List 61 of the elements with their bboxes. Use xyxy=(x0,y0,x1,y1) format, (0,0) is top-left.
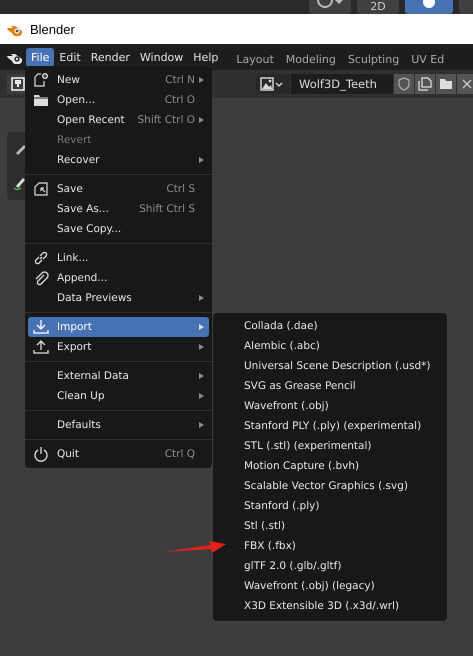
menu-item[interactable]: Render xyxy=(86,48,135,66)
folder-icon xyxy=(33,92,49,108)
menu-entry[interactable]: Wavefront (.obj) (legacy) xyxy=(244,576,447,596)
menu-entry[interactable]: Open Recent Shift Ctrl O xyxy=(28,110,209,130)
menu-entry[interactable]: Wavefront (.obj) xyxy=(244,396,447,416)
menu-entry[interactable]: SVG as Grease Pencil xyxy=(244,376,447,396)
menu-entry[interactable]: Save Copy... xyxy=(28,219,209,239)
annotation-arrow xyxy=(163,540,227,556)
menu-entry[interactable]: Scalable Vector Graphics (.svg) xyxy=(244,476,447,496)
menu-entry[interactable]: Link... xyxy=(28,248,209,268)
workspace-tab[interactable]: Sculpting xyxy=(344,52,402,66)
menu-entry[interactable]: Save As... Shift Ctrl S xyxy=(28,199,209,219)
menu-entry[interactable]: Export xyxy=(28,337,209,357)
shading-button[interactable] xyxy=(405,0,453,14)
menu-item[interactable]: Window xyxy=(134,48,188,66)
pen-icon[interactable] xyxy=(13,176,27,190)
workspace-tab[interactable]: UV Ed xyxy=(408,52,448,66)
menu-entry[interactable]: Import xyxy=(28,317,209,337)
menu-entry[interactable]: Alembic (.abc) xyxy=(244,336,447,356)
menu-entry[interactable]: Append... xyxy=(28,268,209,288)
import-icon xyxy=(33,319,49,335)
menu-entry[interactable]: STL (.stl) (experimental) xyxy=(244,436,447,456)
menu-entry[interactable]: Quit Ctrl Q xyxy=(28,444,209,464)
menu-entry[interactable]: Save Ctrl S xyxy=(28,179,209,199)
image-browse-button[interactable] xyxy=(256,74,290,94)
circle-icon xyxy=(315,0,345,10)
datablock-name-field[interactable]: Wolf3D_Teeth xyxy=(291,74,393,94)
link-icon xyxy=(33,250,49,266)
export-icon xyxy=(33,339,49,355)
menu-entry[interactable]: External Data xyxy=(28,366,209,386)
duplicate-icon[interactable] xyxy=(415,74,435,94)
menu-entry[interactable]: X3D Extensible 3D (.x3d/.wrl) xyxy=(244,596,447,616)
folder-icon[interactable] xyxy=(436,74,456,94)
menu-item[interactable]: File xyxy=(26,48,54,66)
paperclip-icon xyxy=(33,270,49,286)
window-title: Blender xyxy=(30,22,75,36)
menu-entry[interactable]: Stanford (.ply) xyxy=(244,496,447,516)
menu-entry[interactable]: Recover xyxy=(28,150,209,170)
menu-entry[interactable]: Data Previews xyxy=(28,288,209,308)
menu-item[interactable]: Edit xyxy=(54,48,86,66)
power-icon xyxy=(33,446,49,462)
menu-entry[interactable]: Collada (.dae) xyxy=(244,316,447,336)
overlay-button[interactable] xyxy=(309,0,351,14)
menu-entry[interactable]: Clean Up xyxy=(28,386,209,406)
new-file-icon xyxy=(33,72,49,88)
menu-item[interactable]: Help xyxy=(188,48,224,66)
view-2d-button[interactable]: 2D xyxy=(357,0,399,14)
menu-entry[interactable]: Stl (.stl) xyxy=(244,516,447,536)
close-icon[interactable] xyxy=(457,74,473,94)
menu-entry[interactable]: Universal Scene Description (.usd*) xyxy=(244,356,447,376)
shield-icon[interactable] xyxy=(394,74,414,94)
menu-entry[interactable]: glTF 2.0 (.glb/.gltf) xyxy=(244,556,447,576)
menu-entry[interactable]: FBX (.fbx) xyxy=(244,536,447,556)
menu-entry[interactable]: Open... Ctrl O xyxy=(28,90,209,110)
menu-entry[interactable]: Defaults xyxy=(28,415,209,435)
workspace-tab[interactable]: Modeling xyxy=(282,52,339,66)
menu-entry[interactable]: New Ctrl N xyxy=(28,70,209,90)
menu-entry[interactable]: Stanford PLY (.ply) (experimental) xyxy=(244,416,447,436)
save-icon xyxy=(33,181,49,197)
menu-entry[interactable]: Motion Capture (.bvh) xyxy=(244,456,447,476)
workspace-tab[interactable]: Layout xyxy=(233,52,277,66)
